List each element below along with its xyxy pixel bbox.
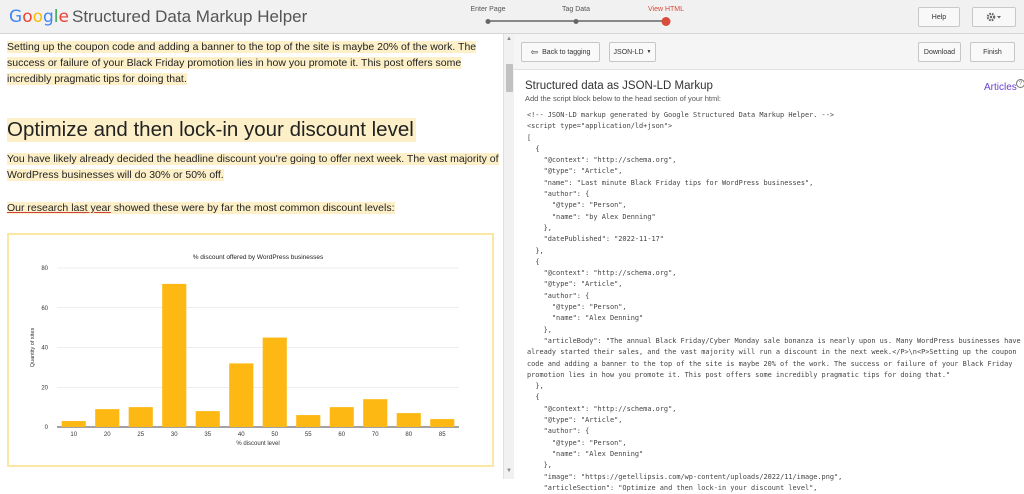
x-tick-label: 60 bbox=[338, 432, 345, 438]
logo-letter: o bbox=[32, 7, 43, 27]
x-tick-label: 85 bbox=[439, 432, 446, 438]
chart-bar bbox=[128, 407, 153, 427]
chart-svg: 0 20 40 60 80 10 20 25 30 35 40 50 55 60 70 80 85 % disco… bbox=[30, 254, 459, 447]
output-title: Structured data as JSON-LD Markup bbox=[525, 80, 713, 92]
x-tick-label: 20 bbox=[104, 432, 111, 438]
app-title: Structured Data Markup Helper bbox=[72, 7, 308, 26]
article-pane: Setting up the coupon code and adding a … bbox=[0, 34, 503, 479]
back-arrow-icon: ⇦ bbox=[530, 46, 539, 57]
output-toolbar: ⇦ Back to tagging JSON-LD ▼ Download Finis… bbox=[514, 34, 1024, 70]
output-subtitle: Add the script block below to the head s… bbox=[525, 94, 721, 103]
logo-letter: o bbox=[22, 7, 33, 27]
article-intro: Setting up the coupon code and adding a … bbox=[7, 39, 499, 87]
chevron-down-icon: ▼ bbox=[646, 49, 652, 55]
chart-bar bbox=[329, 407, 354, 427]
x-tick-label: 35 bbox=[204, 432, 211, 438]
chart-bar bbox=[262, 337, 287, 427]
chart-title: % discount offered by WordPress business… bbox=[193, 254, 324, 261]
x-axis-label: % discount level bbox=[236, 441, 279, 447]
article-para-2: You have likely already decided the head… bbox=[7, 151, 499, 183]
scroll-thumb[interactable] bbox=[506, 64, 513, 92]
discount-chart: 0 20 40 60 80 10 20 25 30 35 40 50 55 60 70 80 85 % disco… bbox=[7, 233, 494, 467]
y-tick-label: 80 bbox=[41, 266, 48, 272]
chevron-down-icon bbox=[997, 16, 1001, 19]
scroll-up-icon[interactable]: ▲ bbox=[506, 36, 512, 42]
step-dot-tag-data[interactable] bbox=[573, 19, 579, 24]
article-intro-text: Setting up the coupon code and adding a … bbox=[7, 41, 477, 85]
step-dot-enter-page[interactable] bbox=[485, 19, 491, 24]
google-logo: Google bbox=[9, 7, 69, 27]
step-label: Tag Data bbox=[561, 6, 591, 13]
step-enter-page[interactable]: Enter Page bbox=[470, 6, 505, 13]
chart-bar bbox=[363, 399, 388, 427]
y-tick-label: 0 bbox=[45, 425, 49, 431]
x-tick-label: 30 bbox=[171, 432, 178, 438]
y-tick-label: 20 bbox=[41, 385, 48, 391]
chart-bar bbox=[95, 409, 120, 427]
x-tick-label: 55 bbox=[305, 432, 312, 438]
research-link[interactable]: Our research last year bbox=[7, 202, 111, 214]
left-scrollbar[interactable]: ▲ ▼ bbox=[503, 34, 514, 479]
x-tick-label: 10 bbox=[70, 432, 77, 438]
y-axis-label: Quantity of sites bbox=[30, 328, 36, 368]
x-tick-label: 70 bbox=[372, 432, 379, 438]
chart-bar bbox=[430, 419, 455, 427]
chart-bar bbox=[229, 363, 254, 427]
chart-bar bbox=[195, 411, 220, 427]
articles-link[interactable]: Articles bbox=[984, 82, 1017, 93]
gear-icon bbox=[986, 12, 1001, 22]
chart-bar bbox=[396, 413, 421, 427]
format-select[interactable]: JSON-LD ▼ bbox=[609, 42, 656, 62]
chart-bar bbox=[162, 283, 187, 427]
download-button[interactable]: Download bbox=[918, 42, 961, 62]
logo-letter: G bbox=[9, 7, 23, 27]
logo-letter: e bbox=[58, 7, 69, 27]
output-pane: ⇦ Back to tagging JSON-LD ▼ Download Finis… bbox=[514, 34, 1024, 492]
help-button[interactable]: Help bbox=[918, 7, 960, 27]
back-to-tagging-button[interactable]: ⇦ Back to tagging bbox=[521, 42, 600, 62]
x-tick-label: 80 bbox=[405, 432, 412, 438]
step-view-html[interactable]: View HTML bbox=[648, 6, 684, 13]
article-para-3-text: showed these were by far the most common… bbox=[110, 202, 395, 214]
article-heading: Optimize and then lock-in your discount … bbox=[7, 118, 416, 142]
download-label: Download bbox=[923, 48, 956, 56]
article-para-3: Our research last year showed these were… bbox=[7, 200, 499, 216]
back-label: Back to tagging bbox=[542, 48, 591, 56]
finish-button[interactable]: Finish bbox=[970, 42, 1015, 62]
scroll-down-icon[interactable]: ▼ bbox=[506, 468, 512, 474]
x-tick-label: 25 bbox=[137, 432, 144, 438]
finish-label: Finish bbox=[983, 48, 1002, 56]
step-label: View HTML bbox=[647, 6, 685, 13]
logo-letter: g bbox=[43, 7, 54, 27]
chart-bar bbox=[61, 421, 86, 427]
settings-button[interactable] bbox=[972, 7, 1016, 27]
help-label: Help bbox=[931, 13, 947, 21]
article-para-2-text: You have likely already decided the head… bbox=[7, 153, 499, 181]
y-tick-label: 60 bbox=[41, 306, 48, 312]
jsonld-code[interactable]: <!-- JSON-LD markup generated by Google … bbox=[527, 110, 1022, 494]
step-dot-view-html[interactable] bbox=[661, 17, 671, 26]
progress-steps: Enter Page Tag Data View HTML bbox=[470, 6, 684, 30]
x-tick-label: 50 bbox=[271, 432, 278, 438]
help-icon[interactable]: ? bbox=[1016, 79, 1024, 88]
x-tick-label: 40 bbox=[238, 432, 245, 438]
chart-bar bbox=[296, 415, 321, 427]
app-logo: Google Structured Data Markup Helper bbox=[9, 7, 307, 27]
format-label: JSON-LD bbox=[613, 48, 644, 56]
step-tag-data[interactable]: Tag Data bbox=[562, 6, 590, 13]
step-label: Enter Page bbox=[470, 6, 506, 13]
top-bar: Google Structured Data Markup Helper Ente… bbox=[0, 0, 1024, 34]
y-tick-label: 40 bbox=[41, 346, 48, 352]
